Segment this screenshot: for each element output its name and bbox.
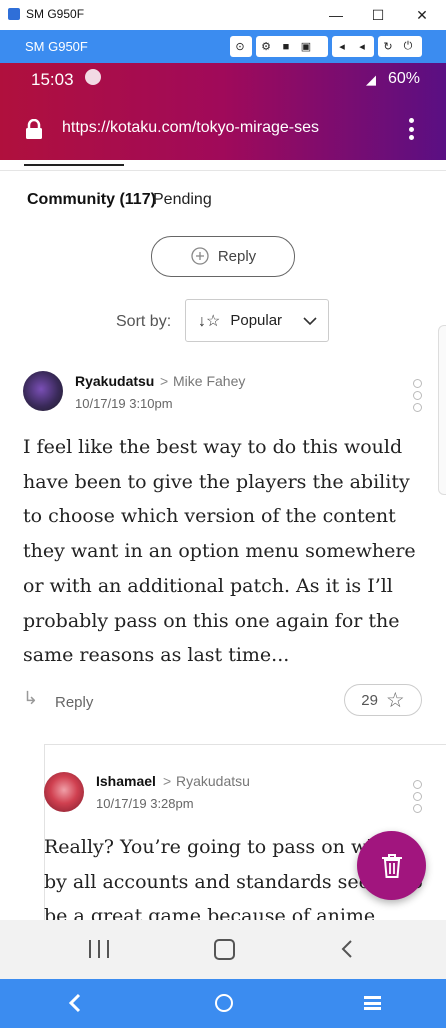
lock-icon	[25, 118, 43, 139]
volume-down-icon[interactable]: ◂	[332, 36, 352, 57]
comment-timestamp[interactable]: 10/17/19 3:10pm	[75, 396, 173, 411]
settings-icon[interactable]: ⚙	[256, 36, 276, 57]
divider	[44, 744, 446, 745]
home-icon[interactable]	[215, 994, 233, 1012]
minimize-button[interactable]: —	[314, 0, 358, 30]
home-icon[interactable]	[214, 939, 235, 960]
reply-button-label: Reply	[217, 248, 257, 265]
comment-body: I feel like the best way to do this woul…	[23, 436, 416, 667]
kebab-menu-icon[interactable]	[408, 118, 414, 140]
comment-timestamp[interactable]: 10/17/19 3:28pm	[96, 796, 194, 811]
comment-author[interactable]: Ishamael	[96, 773, 156, 789]
chevron-down-icon	[303, 316, 317, 325]
menu-icon[interactable]	[364, 996, 381, 1010]
power-icon[interactable]: ⏻	[398, 36, 418, 57]
comment-reply-link[interactable]: Reply	[55, 694, 93, 711]
toolbar-group-power: ↻ ⏻	[378, 36, 422, 57]
comment-reply-to[interactable]: Ryakudatsu	[176, 773, 250, 789]
comment-options-icon[interactable]	[413, 780, 422, 813]
page-content: Community (117) Pending Reply Sort by: ↓…	[0, 160, 446, 920]
side-scroll-handle[interactable]	[438, 325, 446, 495]
device-name: SM G950F	[25, 39, 88, 54]
avatar[interactable]	[44, 772, 84, 812]
divider	[0, 170, 446, 171]
avatar[interactable]	[23, 371, 63, 411]
back-icon[interactable]	[68, 993, 82, 1013]
tab-pending[interactable]: Pending	[153, 191, 212, 209]
window-titlebar: SM G950F — ☐ ✕	[0, 0, 446, 30]
app-icon	[8, 8, 20, 20]
browser-header: 15:03 ◢ 60% https://kotaku.com/tokyo-mir…	[0, 63, 446, 160]
android-navbar	[0, 920, 446, 979]
wifi-signal-icon: ◢	[366, 72, 376, 87]
star-icon: ☆	[385, 688, 405, 712]
star-button[interactable]: 29 ☆	[344, 684, 422, 716]
back-icon[interactable]	[340, 939, 354, 959]
sort-label: Sort by:	[116, 313, 172, 330]
status-battery: 60%	[387, 70, 420, 87]
add-comment-icon	[191, 246, 209, 265]
reply-arrow-icon: >	[163, 773, 172, 789]
toolbar-group-audio: ⊙	[230, 36, 252, 57]
comment-reply-to[interactable]: Mike Fahey	[173, 373, 245, 389]
video-camera-icon[interactable]: ■	[276, 36, 296, 57]
reply-arrow-icon: >	[160, 373, 169, 389]
status-time: 15:03	[31, 70, 74, 89]
tab-indicator	[24, 164, 124, 166]
sort-dropdown[interactable]: ↓☆ Popular	[185, 299, 329, 342]
volume-up-icon[interactable]: ◂	[352, 36, 372, 57]
toolbar-group-volume: ◂ ◂	[332, 36, 374, 57]
recents-icon[interactable]	[89, 940, 109, 958]
toolbar-group-media: ⚙ ■ ▣	[256, 36, 328, 57]
sort-value: Popular	[230, 312, 283, 329]
notification-icon	[85, 69, 101, 85]
window-title: SM G950F	[26, 7, 85, 21]
headphones-icon[interactable]: ⊙	[230, 36, 250, 57]
rotate-icon[interactable]: ↻	[378, 36, 398, 57]
comment-options-icon[interactable]	[413, 379, 422, 412]
screenshot-icon[interactable]: ▣	[296, 36, 316, 57]
tab-community[interactable]: Community (117)	[27, 191, 156, 209]
url-field[interactable]: https://kotaku.com/tokyo-mirage-ses	[62, 119, 382, 137]
reply-arrow-icon: ↳	[23, 688, 39, 708]
maximize-button[interactable]: ☐	[356, 0, 400, 30]
sort-star-icon: ↓☆	[198, 312, 221, 330]
trash-icon	[381, 853, 402, 878]
comment-author[interactable]: Ryakudatsu	[75, 373, 154, 389]
device-toolbar: SM G950F ⊙ ⚙ ■ ▣ ◂ ◂ ↻ ⏻	[0, 30, 446, 63]
device-bottom-bar	[0, 979, 446, 1028]
reply-button[interactable]: Reply	[151, 236, 295, 277]
floating-action-button[interactable]	[357, 831, 426, 900]
star-count: 29	[361, 691, 378, 709]
close-button[interactable]: ✕	[400, 0, 444, 30]
